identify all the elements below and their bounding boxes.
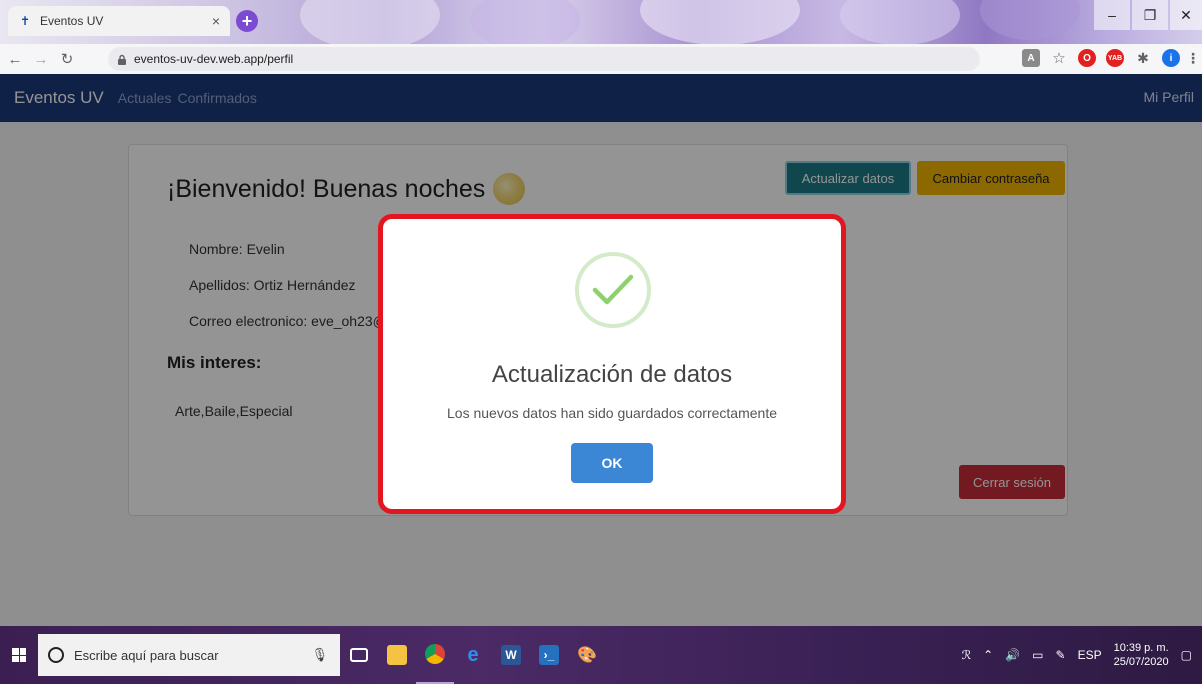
pen-icon[interactable]: ✎ (1056, 648, 1066, 662)
taskbar-edge[interactable]: e (454, 626, 492, 684)
url-text: eventos-uv-dev.web.app/perfil (134, 52, 294, 66)
taskbar-powershell[interactable]: ›_ (530, 626, 568, 684)
forward-icon[interactable]: → (30, 51, 52, 68)
wallpaper-petal (640, 0, 800, 45)
clock-time: 10:39 p. m. (1113, 642, 1169, 654)
tab-title: Eventos UV (40, 14, 104, 28)
wallpaper-petal (300, 0, 440, 50)
modal-title: Actualización de datos (491, 361, 733, 388)
wallpaper-petal (980, 0, 1080, 40)
task-view-button[interactable] (340, 626, 378, 684)
microphone-icon[interactable]: 🎙 (311, 647, 328, 663)
language-indicator[interactable]: ESP (1078, 648, 1102, 662)
paint-icon: 🎨 (577, 647, 597, 664)
translate-icon[interactable]: A (1022, 49, 1040, 67)
address-bar[interactable]: eventos-uv-dev.web.app/perfil (108, 47, 980, 71)
ok-button[interactable]: OK (571, 443, 653, 483)
browser-toolbar: ← → ↻ eventos-uv-dev.web.app/perfil A ☆ … (0, 44, 1202, 74)
chrome-icon (425, 644, 445, 664)
reload-icon[interactable]: ↻ (56, 50, 78, 68)
page-content: Eventos UV Actuales Confirmados Mi Perfi… (0, 74, 1202, 626)
taskbar-chrome[interactable] (416, 626, 454, 684)
windows-taskbar: Escribe aquí para buscar 🎙 e W ›_ 🎨 ℛ ⌃ … (0, 626, 1202, 684)
file-explorer-icon (387, 645, 407, 665)
puzzle-extensions-icon[interactable]: ✱ (1134, 49, 1152, 67)
search-placeholder: Escribe aquí para buscar (74, 647, 219, 663)
bookmark-star-icon[interactable]: ☆ (1050, 49, 1068, 67)
clock-date: 25/07/2020 (1113, 656, 1169, 668)
notifications-icon[interactable]: ▢ (1181, 648, 1192, 662)
window-restore-button[interactable]: ❐ (1132, 0, 1168, 30)
window-close-button[interactable]: ✕ (1170, 0, 1202, 30)
word-icon: W (501, 645, 521, 665)
tray-expand-icon[interactable]: ⌃ (983, 648, 993, 662)
menu-dots-icon[interactable]: ⋮ (1186, 49, 1200, 67)
cortana-icon (48, 647, 64, 663)
taskbar-word[interactable]: W (492, 626, 530, 684)
task-view-icon (350, 648, 368, 662)
new-tab-button[interactable]: + (236, 10, 258, 32)
yab-extension-icon[interactable]: YAB (1106, 49, 1124, 67)
success-check-icon (575, 252, 651, 328)
powershell-icon: ›_ (539, 645, 559, 665)
opera-extension-icon[interactable]: O (1078, 49, 1096, 67)
modal-message: Los nuevos datos han sido guardados corr… (447, 405, 777, 421)
site-favicon-icon: ✝ (19, 14, 31, 28)
tab-close-icon[interactable]: × (212, 13, 220, 29)
back-icon[interactable]: ← (4, 51, 26, 68)
network-icon[interactable]: ▭ (1032, 648, 1043, 662)
volume-icon[interactable]: 🔊 (1005, 648, 1020, 662)
taskbar-file-explorer[interactable] (378, 626, 416, 684)
browser-tabstrip: ✝ Eventos UV × + – ❐ ✕ (0, 0, 1202, 50)
success-modal: Actualización de datos Los nuevos datos … (378, 214, 846, 514)
people-icon[interactable]: ℛ (962, 648, 972, 662)
toolbar-extensions: A ☆ O YAB ✱ i ⋮ (1022, 49, 1200, 67)
lock-icon (116, 53, 128, 65)
taskbar-paint[interactable]: 🎨 (568, 626, 606, 684)
profile-avatar-icon[interactable]: i (1162, 49, 1180, 67)
windows-logo-icon (12, 648, 26, 662)
window-minimize-button[interactable]: – (1094, 0, 1130, 30)
system-tray: ℛ ⌃ 🔊 ▭ ✎ ESP 10:39 p. m. 25/07/2020 ▢ (962, 626, 1202, 684)
clock[interactable]: 10:39 p. m. 25/07/2020 (1114, 641, 1169, 669)
browser-tab-active[interactable]: ✝ Eventos UV × (8, 6, 230, 36)
edge-icon: e (467, 643, 479, 666)
wallpaper-petal (840, 0, 960, 45)
wallpaper-petal (470, 0, 580, 50)
taskbar-search[interactable]: Escribe aquí para buscar 🎙 (38, 634, 340, 676)
start-button[interactable] (0, 626, 38, 684)
